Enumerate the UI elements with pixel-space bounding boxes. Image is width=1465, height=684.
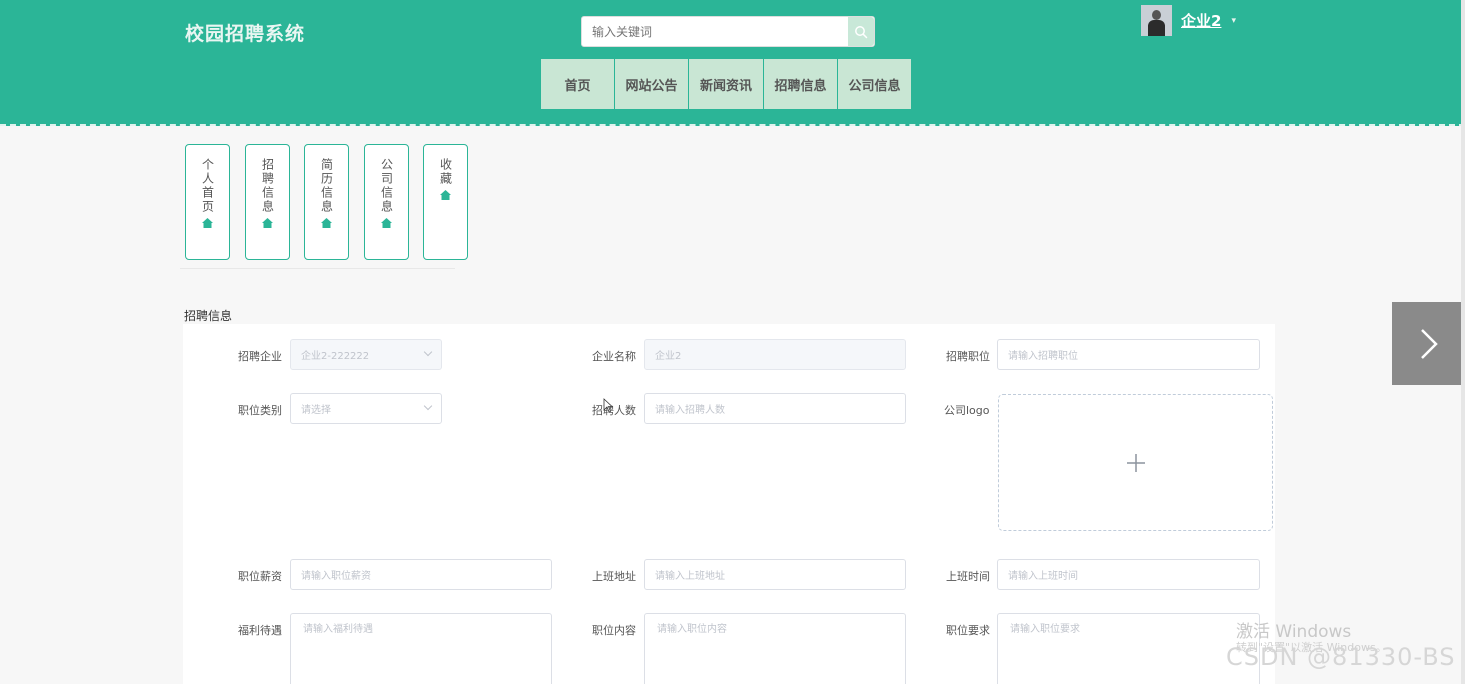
search-box [581,16,875,47]
headcount-placeholder: 请输入招聘人数 [655,405,725,416]
nav-item-jobs[interactable]: 招聘信息 [764,59,837,109]
search-icon [855,25,868,38]
main-nav: 首页 网站公告 新闻资讯 招聘信息 公司信息 [541,59,912,109]
nav-item-announcements[interactable]: 网站公告 [615,59,688,109]
nav-item-company[interactable]: 公司信息 [838,59,911,109]
side-menu-item-favorites[interactable]: 收藏 [423,144,468,260]
mouse-cursor-icon [603,398,613,413]
headcount-label: 招聘人数 [592,404,636,417]
side-menu-item-profile[interactable]: 个人首页 [185,144,230,260]
company-name-field[interactable]: 企业2 [644,339,906,370]
worktime-input[interactable]: 请输入上班时间 [997,559,1260,590]
next-slide-button[interactable] [1392,302,1465,385]
side-menu-item-resume[interactable]: 简历信息 [304,144,349,260]
home-icon [202,218,213,228]
requirements-label: 职位要求 [946,624,990,637]
address-label: 上班地址 [592,570,636,583]
scrollbar[interactable] [1461,0,1465,684]
home-icon [262,218,273,228]
salary-input[interactable]: 请输入职位薪资 [290,559,552,590]
address-input[interactable]: 请输入上班地址 [644,559,906,590]
side-menu-label: 招聘信息 [260,158,275,214]
category-label: 职位类别 [238,404,282,417]
side-menu-item-company[interactable]: 公司信息 [364,144,409,260]
content-placeholder: 请输入职位内容 [657,624,727,635]
logo-label: 公司logo [944,404,990,417]
section-title: 招聘信息 [184,309,233,323]
job-form: 招聘企业 企业2-222222 企业名称 企业2 招聘职位 请输入招聘职位 职位… [183,324,1275,684]
search-input[interactable] [582,17,850,46]
benefits-label: 福利待遇 [238,624,282,637]
worktime-placeholder: 请输入上班时间 [1008,571,1078,582]
category-placeholder: 请选择 [301,405,331,416]
requirements-textarea[interactable]: 请输入职位要求 [997,613,1260,684]
benefits-placeholder: 请输入福利待遇 [303,624,373,635]
home-icon [381,218,392,228]
site-title[interactable]: 校园招聘系统 [185,19,305,46]
category-select[interactable]: 请选择 [290,393,442,424]
chevron-down-icon[interactable]: ▾ [1231,16,1236,26]
company-select[interactable]: 企业2-222222 [290,339,442,370]
search-button[interactable] [848,17,874,46]
company-name-label: 企业名称 [592,350,636,363]
position-label: 招聘职位 [946,350,990,363]
user-menu[interactable]: 企业2 ▾ [1141,5,1236,36]
side-menu-label: 公司信息 [379,158,394,214]
avatar[interactable] [1141,5,1172,36]
company-name-value: 企业2 [655,351,682,362]
home-icon [321,218,332,228]
position-placeholder: 请输入招聘职位 [1008,351,1078,362]
chevron-right-icon [1420,328,1438,359]
salary-placeholder: 请输入职位薪资 [301,571,371,582]
side-menu: 个人首页 招聘信息 简历信息 公司信息 收藏 [180,143,468,269]
salary-label: 职位薪资 [238,570,282,583]
header-bar: 校园招聘系统 企业2 ▾ 首页 网站公告 新闻资讯 招聘信息 公司信息 [0,0,1465,126]
nav-item-news[interactable]: 新闻资讯 [689,59,763,109]
side-menu-label: 简历信息 [319,158,334,214]
address-placeholder: 请输入上班地址 [655,571,725,582]
requirements-placeholder: 请输入职位要求 [1010,624,1080,635]
chevron-down-icon [423,347,433,357]
chevron-down-icon [423,401,433,411]
side-menu-label: 个人首页 [200,158,215,214]
headcount-input[interactable]: 请输入招聘人数 [644,393,906,424]
company-label: 招聘企业 [238,350,282,363]
side-menu-item-jobs[interactable]: 招聘信息 [245,144,290,260]
content-textarea[interactable]: 请输入职位内容 [644,613,906,684]
username-link[interactable]: 企业2 [1181,10,1221,31]
csdn-watermark: CSDN @81330-BS [1226,643,1456,671]
worktime-label: 上班时间 [946,570,990,583]
company-select-value: 企业2-222222 [301,351,370,362]
content-label: 职位内容 [592,624,636,637]
plus-icon [1126,453,1145,472]
benefits-textarea[interactable]: 请输入福利待遇 [290,613,552,684]
home-icon [440,190,451,200]
nav-item-home[interactable]: 首页 [541,59,614,109]
logo-uploader[interactable] [998,394,1273,531]
side-menu-label: 收藏 [438,158,453,186]
position-input[interactable]: 请输入招聘职位 [997,339,1260,370]
